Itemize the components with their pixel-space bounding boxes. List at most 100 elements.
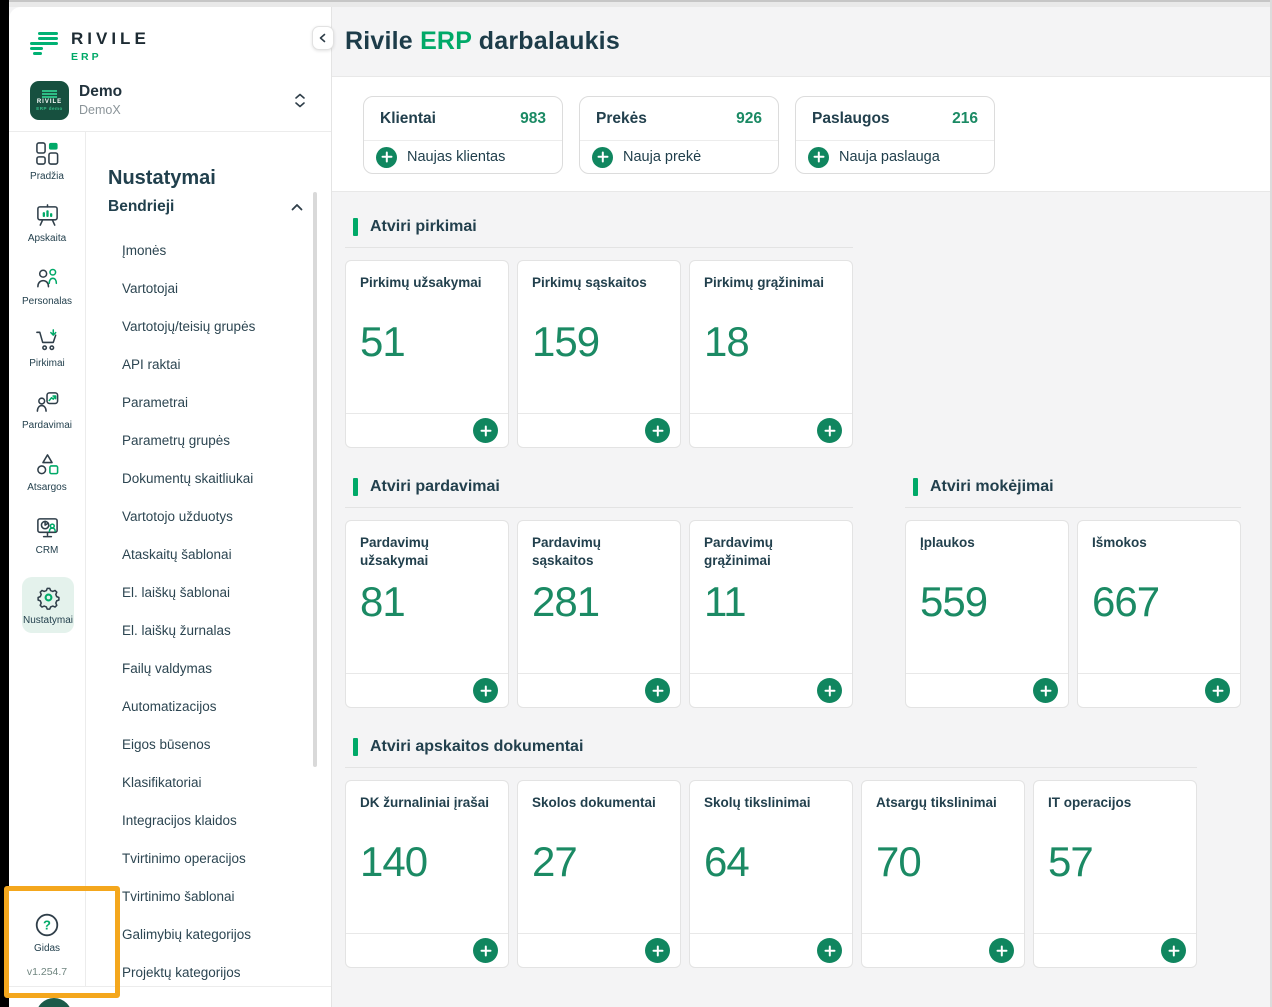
menu-item-galimybiu-kategorijos[interactable]: Galimybių kategorijos <box>122 927 251 943</box>
stat-card-label: Įplaukos <box>906 521 1068 552</box>
workspace-company: DemoX <box>79 103 122 117</box>
sidebar-item-pradzia[interactable]: Pradžia <box>9 141 85 182</box>
menu-item-integracijos-klaidos[interactable]: Integracijos klaidos <box>122 813 237 829</box>
add-icon[interactable] <box>1205 678 1230 703</box>
stat-card-count: 57 <box>1048 841 1093 883</box>
sidebar-item-label: Pradžia <box>30 171 64 182</box>
new-product-button[interactable]: Nauja prekė <box>580 141 778 173</box>
stat-card-label: Atsargų tikslinimai <box>862 781 1024 812</box>
stat-card-skolu-tikslinimai[interactable]: Skolų tikslinimai 64 <box>689 780 853 968</box>
stat-card-count: 667 <box>1092 581 1159 623</box>
add-icon[interactable] <box>817 938 842 963</box>
menu-item-vartotojo-uzduotys[interactable]: Vartotojo užduotys <box>122 509 233 525</box>
menu-item-klasifikatoriai[interactable]: Klasifikatoriai <box>122 775 202 791</box>
window-top-strip <box>0 0 1272 7</box>
workspace-selector[interactable]: RIVILE ERP demo Demo DemoX <box>30 77 314 123</box>
app-root: RIVILE ERP RIVILE ERP demo Demo DemoX <box>0 0 1272 1007</box>
quick-card-label: Paslaugos <box>812 110 890 128</box>
brand-product: ERP <box>71 51 150 63</box>
quick-actions-band: Klientai 983 Naujas klientas Prekės 926 … <box>331 76 1272 192</box>
stat-card-pardavimu-uzsakymai[interactable]: Pardavimų užsakymai 81 <box>345 520 509 708</box>
menu-item-dokumentu-skaitliukai[interactable]: Dokumentų skaitliukai <box>122 471 253 487</box>
menu-item-imones[interactable]: Įmonės <box>122 243 166 259</box>
add-icon[interactable] <box>817 678 842 703</box>
stat-card-pirkimu-uzsakymai[interactable]: Pirkimų užsakymai 51 <box>345 260 509 448</box>
stat-card-pirkimu-grazinimai[interactable]: Pirkimų grąžinimai 18 <box>689 260 853 448</box>
menu-item-automatizacijos[interactable]: Automatizacijos <box>122 699 217 715</box>
add-icon <box>592 147 613 168</box>
add-icon[interactable] <box>645 418 670 443</box>
stat-card-skolos-dokumentai[interactable]: Skolos dokumentai 27 <box>517 780 681 968</box>
sidebar-item-gidas[interactable]: ? Gidas <box>9 912 85 954</box>
stat-card-pardavimu-saskaitos[interactable]: Pardavimų sąskaitos 281 <box>517 520 681 708</box>
stat-card-count: 64 <box>704 841 749 883</box>
sidebar-item-crm[interactable]: CRM <box>9 515 85 556</box>
stat-card-label: Pirkimų užsakymai <box>346 261 508 292</box>
sidebar-item-nustatymai[interactable]: Nustatymai <box>22 577 74 633</box>
add-icon[interactable] <box>473 938 498 963</box>
help-question-icon: ? <box>34 912 60 938</box>
stat-card-pardavimu-grazinimai[interactable]: Pardavimų grąžinimai 11 <box>689 520 853 708</box>
menu-item-el-laisku-zurnalas[interactable]: El. laiškų žurnalas <box>122 623 231 639</box>
menu-item-tvirtinimo-operacijos[interactable]: Tvirtinimo operacijos <box>122 851 246 867</box>
sidebar-item-pardavimai[interactable]: Pardavimai <box>9 390 85 431</box>
sidebar-scrollbar[interactable] <box>313 192 317 767</box>
add-icon[interactable] <box>473 418 498 443</box>
workspace-avatar: RIVILE ERP demo <box>30 81 69 120</box>
menu-item-failu-valdymas[interactable]: Failų valdymas <box>122 661 212 677</box>
divider <box>345 247 853 248</box>
menu-item-parametru-grupes[interactable]: Parametrų grupės <box>122 433 230 449</box>
add-icon[interactable] <box>473 678 498 703</box>
menu-item-vartotojai[interactable]: Vartotojai <box>122 281 178 297</box>
add-icon[interactable] <box>817 418 842 443</box>
add-icon[interactable] <box>989 938 1014 963</box>
add-icon[interactable] <box>645 678 670 703</box>
menu-item-parametrai[interactable]: Parametrai <box>122 395 188 411</box>
stat-card-atsargu-tikslinimai[interactable]: Atsargų tikslinimai 70 <box>861 780 1025 968</box>
add-icon <box>808 147 829 168</box>
stat-card-count: 27 <box>532 841 577 883</box>
new-client-button[interactable]: Naujas klientas <box>364 141 562 173</box>
updown-caret-icon <box>294 92 306 109</box>
new-service-button[interactable]: Nauja paslauga <box>796 141 994 173</box>
stat-card-label: Pirkimų sąskaitos <box>518 261 680 292</box>
stat-card-iplaukos[interactable]: Įplaukos 559 <box>905 520 1069 708</box>
stat-card-pirkimu-saskaitos[interactable]: Pirkimų sąskaitos 159 <box>517 260 681 448</box>
divider <box>345 507 853 508</box>
sidebar: RIVILE ERP RIVILE ERP demo Demo DemoX <box>9 7 332 1007</box>
sidebar-item-label: Pardavimai <box>22 420 72 431</box>
stat-card-label: Išmokos <box>1078 521 1240 552</box>
divider <box>9 131 331 132</box>
chart-board-icon <box>35 203 60 228</box>
add-icon[interactable] <box>1161 938 1186 963</box>
settings-group-bendrieji[interactable]: Bendrieji <box>108 198 304 216</box>
sidebar-item-personalas[interactable]: Personalas <box>9 266 85 307</box>
stat-card-label: Skolos dokumentai <box>518 781 680 812</box>
menu-item-eigos-busenos[interactable]: Eigos būsenos <box>122 737 211 753</box>
menu-item-vartotoju-teisiu-grupes[interactable]: Vartotojų/teisių grupės <box>122 319 255 335</box>
add-icon[interactable] <box>1033 678 1058 703</box>
stat-card-it-operacijos[interactable]: IT operacijos 57 <box>1033 780 1197 968</box>
section-accent-bar <box>353 478 358 496</box>
stat-card-label: Pardavimų grąžinimai <box>690 521 852 570</box>
menu-item-api-raktai[interactable]: API raktai <box>122 357 181 373</box>
quick-card-paslaugos: Paslaugos 216 Nauja paslauga <box>795 96 995 174</box>
user-avatar[interactable] <box>36 998 72 1007</box>
stat-card-dk-zurnaliniai-irasai[interactable]: DK žurnaliniai įrašai 140 <box>345 780 509 968</box>
add-icon[interactable] <box>645 938 670 963</box>
menu-item-tvirtinimo-sablonai[interactable]: Tvirtinimo šablonai <box>122 889 235 905</box>
stat-card-count: 281 <box>532 581 599 623</box>
section-atviri-apskaitos-dokumentai: Atviri apskaitos dokumentai DK žurnalini… <box>345 735 1197 968</box>
sidebar-collapse-button[interactable] <box>312 26 334 50</box>
menu-item-projektu-kategorijos[interactable]: Projektų kategorijos <box>122 965 241 981</box>
sidebar-item-apskaita[interactable]: Apskaita <box>9 203 85 244</box>
quick-card-label: Prekės <box>596 110 647 128</box>
section-accent-bar <box>353 738 358 756</box>
sidebar-item-atsargos[interactable]: Atsargos <box>9 452 85 493</box>
menu-item-el-laisku-sablonai[interactable]: El. laiškų šablonai <box>122 585 230 601</box>
section-title: Atviri mokėjimai <box>930 478 1054 496</box>
sidebar-item-pirkimai[interactable]: Pirkimai <box>9 328 85 369</box>
menu-item-ataskaitu-sablonai[interactable]: Ataskaitų šablonai <box>122 547 232 563</box>
divider <box>345 767 1197 768</box>
stat-card-ismokos[interactable]: Išmokos 667 <box>1077 520 1241 708</box>
